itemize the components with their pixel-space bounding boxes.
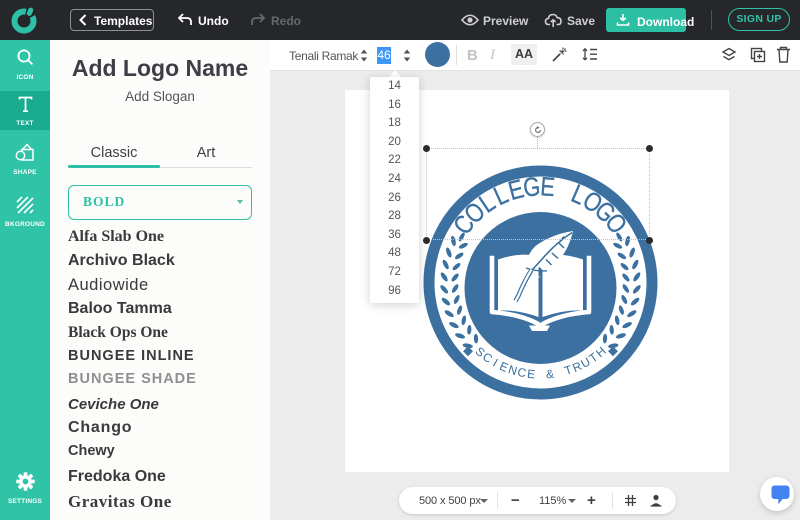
svg-text:E: E [526,367,535,382]
svg-text:&: & [545,367,554,382]
